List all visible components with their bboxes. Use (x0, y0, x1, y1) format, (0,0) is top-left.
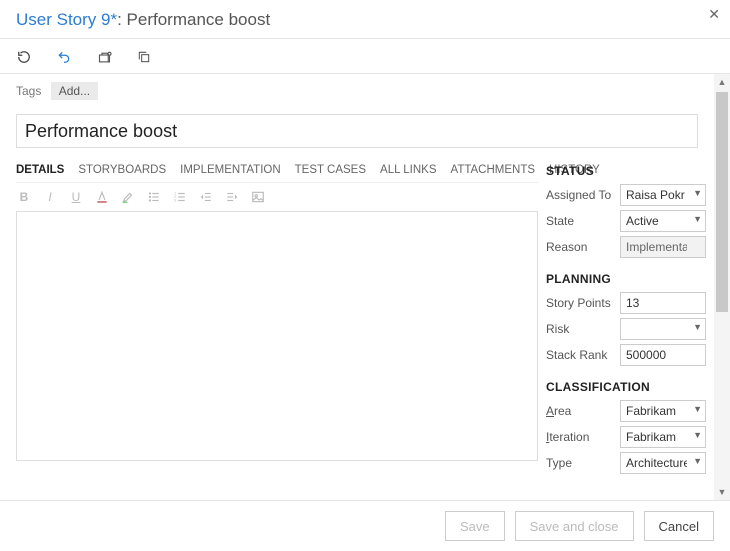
area-select[interactable] (620, 400, 706, 422)
state-select[interactable] (620, 210, 706, 232)
scrollbar[interactable]: ▲ ▼ (714, 74, 730, 500)
underline-icon[interactable]: U (68, 189, 84, 205)
header-title: : Performance boost (117, 10, 270, 29)
scroll-down-icon[interactable]: ▼ (714, 484, 730, 500)
tab-all-links[interactable]: ALL LINKS (380, 162, 436, 182)
italic-icon[interactable]: I (42, 189, 58, 205)
description-editor[interactable] (16, 211, 538, 461)
font-color-icon[interactable] (94, 189, 110, 205)
label-assigned-to: Assigned To (546, 188, 620, 202)
header: User Story 9*: Performance boost (0, 0, 730, 38)
highlight-icon[interactable] (120, 189, 136, 205)
iteration-select[interactable] (620, 426, 706, 448)
tab-test-cases[interactable]: TEST CASES (295, 162, 366, 182)
footer: Save Save and close Cancel (0, 500, 730, 551)
label-area: Area (546, 404, 620, 418)
copy-icon[interactable] (136, 49, 152, 65)
section-status: STATUS (546, 164, 706, 178)
insert-image-icon[interactable] (250, 189, 266, 205)
section-planning: PLANNING (546, 272, 706, 286)
link-work-item-icon[interactable] (96, 49, 112, 65)
tab-details[interactable]: DETAILS (16, 162, 64, 182)
item-id-prefix: User Story 9* (16, 10, 117, 29)
label-type: Type (546, 456, 620, 470)
tags-row: Tags Add... (0, 74, 714, 104)
tab-implementation[interactable]: IMPLEMENTATION (180, 162, 281, 182)
cancel-button[interactable]: Cancel (644, 511, 714, 541)
number-list-icon[interactable]: 123 (172, 189, 188, 205)
bullet-list-icon[interactable] (146, 189, 162, 205)
save-and-close-button[interactable]: Save and close (515, 511, 634, 541)
reason-field (620, 236, 706, 258)
tags-add-button[interactable]: Add... (51, 82, 98, 100)
section-classification: CLASSIFICATION (546, 380, 706, 394)
label-state: State (546, 214, 620, 228)
tabs: DETAILS STORYBOARDS IMPLEMENTATION TEST … (16, 162, 538, 183)
rich-text-toolbar: B I U 123 (16, 183, 538, 211)
undo-icon[interactable] (56, 49, 72, 65)
tab-storyboards[interactable]: STORYBOARDS (78, 162, 166, 182)
tab-attachments[interactable]: ATTACHMENTS (451, 162, 536, 182)
scroll-up-icon[interactable]: ▲ (714, 74, 730, 90)
type-select[interactable] (620, 452, 706, 474)
bold-icon[interactable]: B (16, 189, 32, 205)
outdent-icon[interactable] (198, 189, 214, 205)
label-story-points: Story Points (546, 296, 620, 310)
stack-rank-input[interactable] (620, 344, 706, 366)
svg-text:3: 3 (174, 199, 176, 203)
refresh-icon[interactable] (16, 49, 32, 65)
story-points-input[interactable] (620, 292, 706, 314)
workitem-title-input[interactable] (16, 114, 698, 148)
assigned-to-select[interactable] (620, 184, 706, 206)
label-risk: Risk (546, 322, 620, 336)
save-button[interactable]: Save (445, 511, 505, 541)
label-reason: Reason (546, 240, 620, 254)
tags-label: Tags (16, 84, 41, 98)
toolbar (0, 39, 730, 73)
indent-icon[interactable] (224, 189, 240, 205)
label-stack-rank: Stack Rank (546, 348, 620, 362)
scrollbar-thumb[interactable] (716, 92, 728, 312)
close-icon[interactable]: ✕ (708, 6, 720, 23)
risk-select[interactable] (620, 318, 706, 340)
label-iteration: Iteration (546, 430, 620, 444)
